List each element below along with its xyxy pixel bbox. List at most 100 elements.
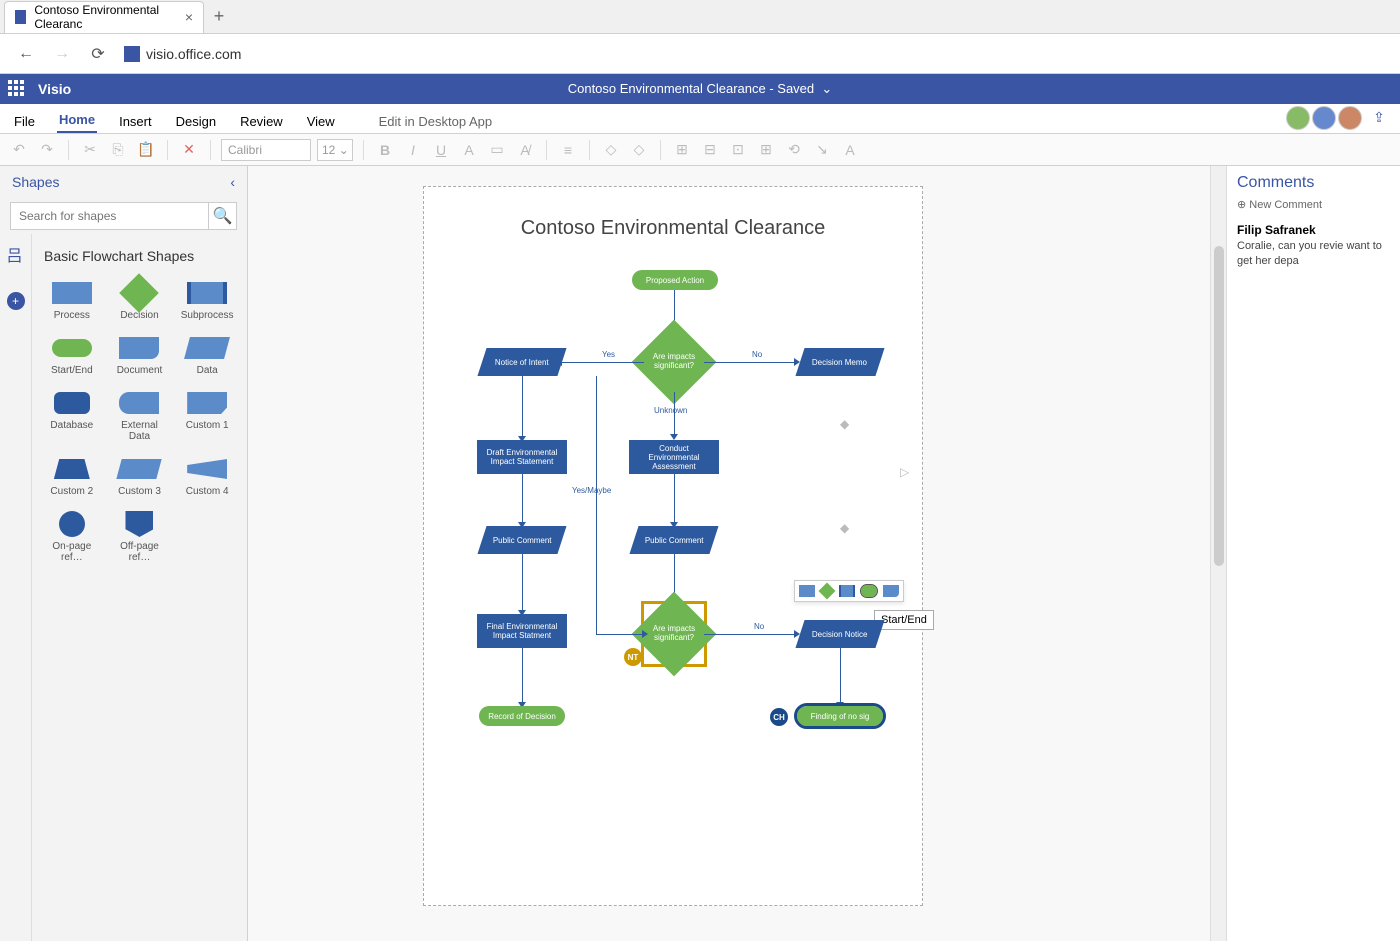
- shapes-search-input[interactable]: [11, 203, 208, 229]
- node-final-eis[interactable]: Final Environmental Impact Statment: [477, 614, 567, 648]
- cut-button[interactable]: ✂: [79, 139, 101, 161]
- underline-button[interactable]: U: [430, 139, 452, 161]
- position-button[interactable]: ⊡: [727, 139, 749, 161]
- highlight-button[interactable]: ▭: [486, 139, 508, 161]
- qs-document-icon[interactable]: [883, 585, 899, 597]
- tab-view[interactable]: View: [305, 110, 337, 133]
- forward-button[interactable]: →: [52, 44, 72, 64]
- ribbon-toolbar: ↶ ↷ ✂ ⎘ 📋 ✕ Calibri 12 ⌄ B I U A ▭ A̸ ≡ …: [0, 134, 1400, 166]
- tab-title: Contoso Environmental Clearanc: [34, 3, 176, 31]
- back-button[interactable]: ←: [16, 44, 36, 64]
- shape-startend[interactable]: Start/End: [40, 331, 104, 380]
- node-proposed-action[interactable]: Proposed Action: [632, 270, 718, 290]
- shape-subprocess[interactable]: Subprocess: [175, 276, 239, 325]
- close-tab-icon[interactable]: ×: [185, 9, 193, 25]
- shape-external-data[interactable]: External Data: [108, 386, 172, 446]
- text-button[interactable]: A: [839, 139, 861, 161]
- scroll-thumb[interactable]: [1214, 246, 1224, 566]
- redo-button[interactable]: ↷: [36, 139, 58, 161]
- font-family-select[interactable]: Calibri: [221, 139, 311, 161]
- shape-document[interactable]: Document: [108, 331, 172, 380]
- shape-offpage-ref[interactable]: Off-page ref…: [108, 507, 172, 567]
- new-tab-button[interactable]: +: [204, 6, 234, 27]
- browser-tab[interactable]: Contoso Environmental Clearanc ×: [4, 1, 204, 33]
- node-impacts-significant-2[interactable]: Are impacts significant?: [644, 604, 704, 664]
- tab-insert[interactable]: Insert: [117, 110, 154, 133]
- shape-custom1[interactable]: Custom 1: [175, 386, 239, 446]
- tab-home[interactable]: Home: [57, 108, 97, 133]
- node-decision-notice[interactable]: Decision Notice: [795, 620, 884, 648]
- url-text: visio.office.com: [146, 46, 241, 62]
- diagram-title: Contoso Environmental Clearance: [444, 217, 902, 240]
- connector-button[interactable]: ↘: [811, 139, 833, 161]
- shape-decision[interactable]: Decision: [108, 276, 172, 325]
- node-decision-memo[interactable]: Decision Memo: [795, 348, 884, 376]
- arrange-button[interactable]: ⊞: [671, 139, 693, 161]
- node-public-comment-1[interactable]: Public Comment: [477, 526, 566, 554]
- add-stencil-button[interactable]: +: [7, 292, 25, 310]
- qs-startend-icon[interactable]: [861, 585, 877, 597]
- shape-process[interactable]: Process: [40, 276, 104, 325]
- node-finding[interactable]: Finding of no sig: [797, 706, 883, 726]
- new-comment-button[interactable]: New Comment: [1237, 198, 1390, 211]
- group-button[interactable]: ⊞: [755, 139, 777, 161]
- presence-avatar[interactable]: [1312, 106, 1336, 130]
- share-icon[interactable]: ⇪: [1368, 106, 1390, 128]
- node-conduct-ea[interactable]: Conduct Environmental Assessment: [629, 440, 719, 474]
- bold-button[interactable]: B: [374, 139, 396, 161]
- search-icon[interactable]: 🔍: [208, 203, 236, 229]
- shape-custom3[interactable]: Custom 3: [108, 452, 172, 501]
- comments-panel: Comments New Comment Filip Safranek Cora…: [1226, 166, 1400, 941]
- align-shapes-button[interactable]: ⊟: [699, 139, 721, 161]
- shape-custom2[interactable]: Custom 2: [40, 452, 104, 501]
- canvas[interactable]: Contoso Environmental Clearance Proposed…: [248, 166, 1210, 941]
- shape-custom4[interactable]: Custom 4: [175, 452, 239, 501]
- copy-button[interactable]: ⎘: [107, 139, 129, 161]
- font-size-select[interactable]: 12 ⌄: [317, 139, 353, 161]
- selection-handles: ◆ ▷ ◆: [796, 477, 896, 577]
- tab-design[interactable]: Design: [174, 110, 218, 133]
- label-yes-maybe: Yes/Maybe: [572, 486, 611, 495]
- line-color-button[interactable]: ◇: [628, 139, 650, 161]
- document-title[interactable]: Contoso Environmental Clearance - Saved …: [568, 81, 833, 97]
- node-impacts-significant[interactable]: Are impacts significant?: [644, 332, 704, 392]
- shapes-search[interactable]: 🔍: [10, 202, 237, 230]
- paste-button[interactable]: 📋: [135, 139, 157, 161]
- tab-review[interactable]: Review: [238, 110, 285, 133]
- comment-author: Filip Safranek: [1237, 223, 1390, 237]
- comments-title: Comments: [1237, 174, 1390, 192]
- label-unknown: Unknown: [654, 406, 687, 415]
- clear-format-button[interactable]: A̸: [514, 139, 536, 161]
- qs-decision-icon[interactable]: [819, 583, 836, 600]
- font-color-button[interactable]: A: [458, 139, 480, 161]
- qs-process-icon[interactable]: [799, 585, 815, 597]
- shape-data[interactable]: Data: [175, 331, 239, 380]
- presence-avatar[interactable]: [1338, 106, 1362, 130]
- address-bar[interactable]: visio.office.com: [124, 46, 241, 62]
- qs-subprocess-icon[interactable]: [839, 585, 855, 597]
- presence-avatar[interactable]: [1286, 106, 1310, 130]
- vertical-scrollbar[interactable]: [1210, 166, 1226, 941]
- page[interactable]: Contoso Environmental Clearance Proposed…: [423, 186, 923, 906]
- undo-button[interactable]: ↶: [8, 139, 30, 161]
- node-draft-eis[interactable]: Draft Environmental Impact Statement: [477, 440, 567, 474]
- tab-file[interactable]: File: [12, 110, 37, 133]
- collapse-panel-icon[interactable]: ‹: [230, 174, 235, 190]
- node-public-comment-2[interactable]: Public Comment: [629, 526, 718, 554]
- stencil-icon[interactable]: 吕: [7, 242, 25, 260]
- edit-in-desktop[interactable]: Edit in Desktop App: [377, 110, 494, 133]
- italic-button[interactable]: I: [402, 139, 424, 161]
- stencil-title: Basic Flowchart Shapes: [40, 242, 239, 276]
- fill-color-button[interactable]: ◇: [600, 139, 622, 161]
- shape-database[interactable]: Database: [40, 386, 104, 446]
- delete-button[interactable]: ✕: [178, 139, 200, 161]
- shape-onpage-ref[interactable]: On-page ref…: [40, 507, 104, 567]
- shapes-panel: Shapes ‹ 🔍 吕 + Basic Flowchart Shapes Pr…: [0, 166, 248, 941]
- app-launcher-icon[interactable]: [8, 80, 26, 98]
- refresh-button[interactable]: ⟳: [88, 44, 108, 64]
- align-button[interactable]: ≡: [557, 139, 579, 161]
- node-record-decision[interactable]: Record of Decision: [479, 706, 565, 726]
- rotate-button[interactable]: ⟲: [783, 139, 805, 161]
- quick-shapes-toolbar[interactable]: [794, 580, 904, 602]
- node-notice-intent[interactable]: Notice of Intent: [477, 348, 566, 376]
